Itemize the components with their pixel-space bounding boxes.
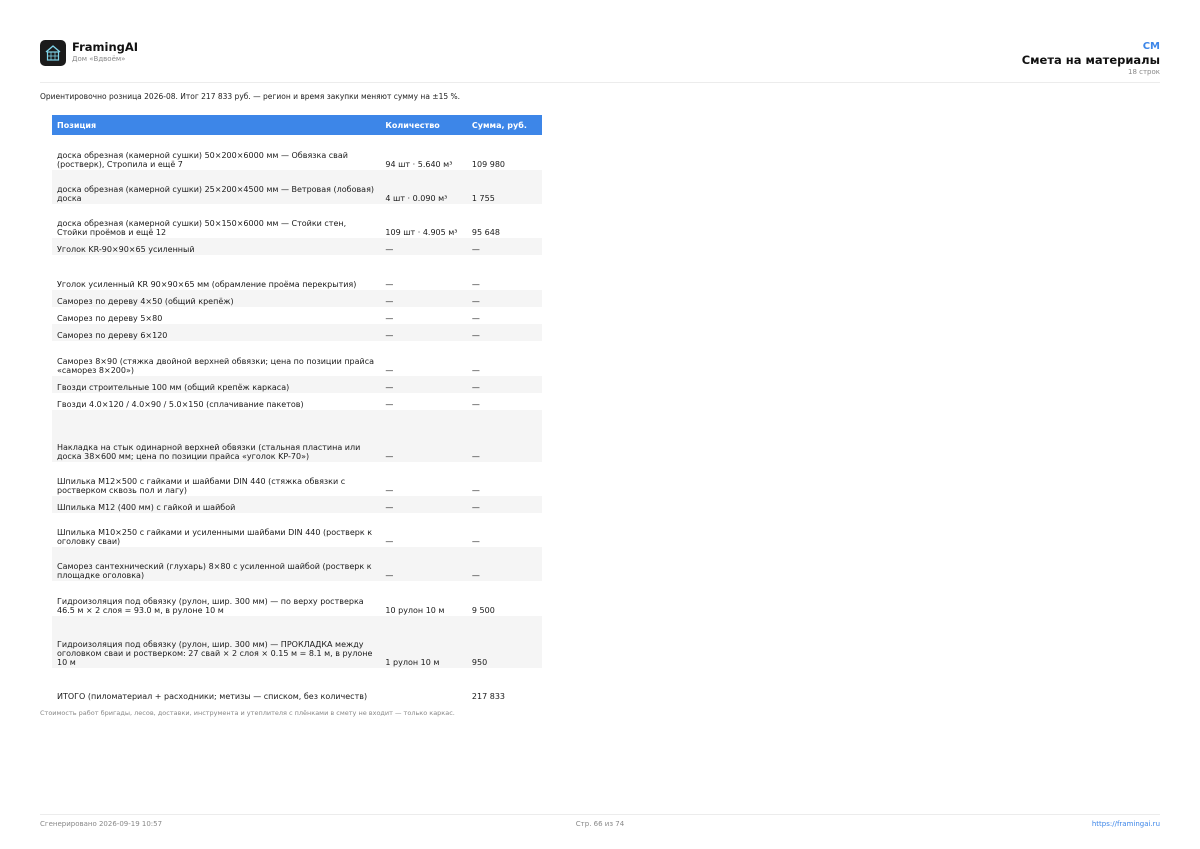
- cell-sum: —: [466, 290, 542, 307]
- cell-qty: [380, 668, 467, 702]
- cell-item: Саморез 8×90 (стяжка двойной верхней обв…: [52, 341, 381, 376]
- brand-name: FramingAI: [72, 40, 139, 54]
- cell-item: Уголок KR-90×90×65 усиленный: [52, 238, 381, 255]
- table-row: Саморез по дереву 5×80— —: [52, 307, 542, 324]
- cell-qty: —: [380, 307, 467, 324]
- row-count: 18 строк: [1127, 68, 1160, 76]
- brand: FramingAI Дом «Вдвоём»: [72, 40, 138, 64]
- table-row: доска обрезная (камерной сушки) 50×200×6…: [52, 135, 542, 170]
- table-row: Гвозди 4.0×120 / 4.0×90 / 5.0×150 (сплач…: [52, 393, 542, 410]
- cell-qty: —: [380, 393, 467, 410]
- page-number: Стр. 66 из 74: [575, 820, 625, 828]
- table-row: Гидроизоляция под обвязку (рулон, шир. 3…: [52, 616, 542, 668]
- cell-sum: —: [466, 255, 542, 290]
- footnote: Стоимость работ бригады, лесов, доставки…: [40, 709, 455, 717]
- table-row: доска обрезная (камерной сушки) 50×150×6…: [52, 204, 542, 238]
- cell-item: Саморез по дереву 6×120: [52, 324, 381, 341]
- framingai-logo: [40, 40, 66, 66]
- table-row: доска обрезная (камерной сушки) 25×200×4…: [52, 170, 542, 204]
- column-header-sum: Сумма, руб.: [466, 115, 542, 135]
- table-row: Саморез по дереву 4×50 (общий крепёж) — —: [52, 290, 542, 307]
- cell-item: Уголок усиленный KR 90×90×65 мм (обрамле…: [52, 255, 381, 290]
- table-row: Шпилька М12 (400 мм) с гайкой и шайбой — —: [52, 496, 542, 513]
- cell-item: доска обрезная (камерной сушки) 50×200×6…: [52, 135, 381, 170]
- cell-sum: —: [466, 496, 542, 513]
- document-code: СМ: [1142, 41, 1160, 52]
- cell-qty: —: [380, 410, 467, 462]
- intro-text: Ориентировочно розница 2026-08. Итог 217…: [40, 92, 461, 101]
- table-row: Шпилька М10×250 с гайками и усиленными ш…: [52, 513, 542, 547]
- cell-item: Саморез по дереву 4×50 (общий крепёж): [52, 290, 381, 307]
- cell-item: Шпилька М12 (400 мм) с гайкой и шайбой: [52, 496, 381, 513]
- cell-item: Гидроизоляция под обвязку (рулон, шир. 3…: [52, 581, 381, 616]
- cell-qty: 94 шт · 5.640 м³: [380, 135, 467, 170]
- cell-qty: —: [380, 290, 467, 307]
- cell-item: Гвозди строительные 100 мм (общий крепёж…: [52, 376, 381, 393]
- cell-qty: 4 шт · 0.090 м³: [380, 170, 467, 204]
- cell-qty: 109 шт · 4.905 м³: [380, 204, 467, 238]
- document-heading: СМ Смета на материалы 18 строк: [1022, 41, 1160, 77]
- materials-table: Позиция Количество Сумма, руб. доска обр…: [52, 115, 542, 702]
- cell-sum: —: [466, 462, 542, 496]
- cell-item: Накладка на стык одинарной верхней обвяз…: [52, 410, 381, 462]
- cell-item: Гидроизоляция под обвязку (рулон, шир. 3…: [52, 616, 381, 668]
- cell-sum: —: [466, 547, 542, 581]
- cell-item: Саморез сантехнический (глухарь) 8×80 с …: [52, 547, 381, 581]
- cell-sum: 1 755: [466, 170, 542, 204]
- cell-item: доска обрезная (камерной сушки) 50×150×6…: [52, 204, 381, 238]
- cell-sum: —: [466, 341, 542, 376]
- page-footer: Сгенерировано 2026-09-19 10:57 Стр. 66 и…: [40, 814, 1160, 835]
- cell-sum: 950: [466, 616, 542, 668]
- cell-sum: 95 648: [466, 204, 542, 238]
- cell-qty: —: [380, 255, 467, 290]
- cell-sum: —: [466, 307, 542, 324]
- table-row: Уголок усиленный KR 90×90×65 мм (обрамле…: [52, 255, 542, 290]
- cell-item: Шпилька М10×250 с гайками и усиленными ш…: [52, 513, 381, 547]
- table-row: Саморез по дереву 6×120— —: [52, 324, 542, 341]
- cell-sum: —: [466, 238, 542, 255]
- cell-sum: 109 980: [466, 135, 542, 170]
- column-header-quantity: Количество: [380, 115, 467, 135]
- cell-qty: —: [380, 324, 467, 341]
- table-row: Уголок KR-90×90×65 усиленный — —: [52, 238, 542, 255]
- cell-item: ИТОГО (пиломатериал + расходники; метизы…: [52, 668, 381, 702]
- table-header-row: Позиция Количество Сумма, руб.: [52, 115, 542, 135]
- site-link[interactable]: https://framingai.ru: [1092, 820, 1160, 828]
- cell-sum: —: [466, 513, 542, 547]
- cell-sum: 9 500: [466, 581, 542, 616]
- cell-qty: —: [380, 513, 467, 547]
- table-row: Саморез 8×90 (стяжка двойной верхней обв…: [52, 341, 542, 376]
- cell-sum: —: [466, 376, 542, 393]
- project-name: Дом «Вдвоём»: [72, 55, 126, 63]
- cell-qty: —: [380, 547, 467, 581]
- cell-qty: —: [380, 341, 467, 376]
- house-icon: [45, 45, 61, 61]
- table-row: Гидроизоляция под обвязку (рулон, шир. 3…: [52, 581, 542, 616]
- table-row: Шпилька М12×500 с гайками и шайбами DIN …: [52, 462, 542, 496]
- cell-sum: 217 833: [466, 668, 542, 702]
- column-header-item: Позиция: [52, 115, 381, 135]
- cell-item: Гвозди 4.0×120 / 4.0×90 / 5.0×150 (сплач…: [52, 393, 381, 410]
- table-total-row: ИТОГО (пиломатериал + расходники; метизы…: [52, 668, 542, 702]
- cell-item: Шпилька М12×500 с гайками и шайбами DIN …: [52, 462, 381, 496]
- table-row: Саморез сантехнический (глухарь) 8×80 с …: [52, 547, 542, 581]
- cell-qty: 10 рулон 10 м: [380, 581, 467, 616]
- cell-qty: —: [380, 462, 467, 496]
- cell-item: Саморез по дереву 5×80: [52, 307, 381, 324]
- cell-sum: —: [466, 410, 542, 462]
- cell-sum: —: [466, 393, 542, 410]
- page-header: FramingAI Дом «Вдвоём» СМ Смета на матер…: [40, 40, 1160, 83]
- table-row: Накладка на стык одинарной верхней обвяз…: [52, 410, 542, 462]
- cell-qty: —: [380, 238, 467, 255]
- document-title: Смета на материалы: [1021, 53, 1160, 67]
- cell-qty: 1 рулон 10 м: [380, 616, 467, 668]
- cell-item: доска обрезная (камерной сушки) 25×200×4…: [52, 170, 381, 204]
- cell-qty: —: [380, 496, 467, 513]
- table-row: Гвозди строительные 100 мм (общий крепёж…: [52, 376, 542, 393]
- cell-qty: —: [380, 376, 467, 393]
- cell-sum: —: [466, 324, 542, 341]
